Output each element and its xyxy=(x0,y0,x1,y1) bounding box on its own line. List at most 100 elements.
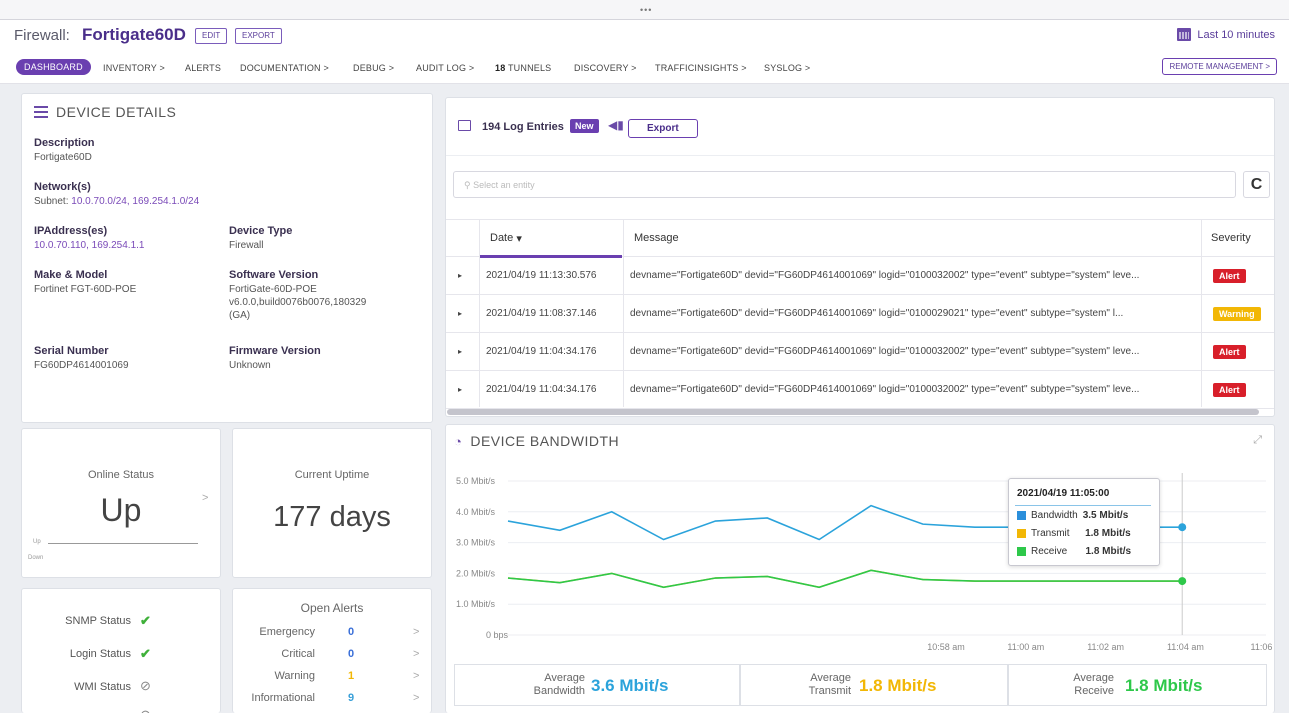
tab-dashboard[interactable]: DASHBOARD xyxy=(16,59,91,75)
megaphone-icon[interactable]: ◀▮ xyxy=(608,118,624,132)
date-column-header[interactable]: Date ▾ xyxy=(490,220,522,256)
device-type-label: Device Type xyxy=(229,225,293,237)
table-row[interactable]: ▸ 2021/04/19 11:04:34.176 devname="Forti… xyxy=(446,333,1274,371)
device-bandwidth-title: DEVICE BANDWIDTH xyxy=(470,433,620,449)
log-icon xyxy=(458,120,471,131)
sort-desc-icon: ▾ xyxy=(516,232,522,245)
x-tick-label: 11:02 am xyxy=(1087,642,1124,652)
tab-inventory[interactable]: INVENTORY > xyxy=(103,63,165,73)
stat-label-line: Average xyxy=(810,672,851,684)
refresh-button[interactable]: C xyxy=(1243,171,1270,198)
stat-label-line: Average xyxy=(544,672,585,684)
search-placeholder: Select an entity xyxy=(473,180,535,190)
tab-documentation[interactable]: DOCUMENTATION > xyxy=(240,63,329,73)
edit-button[interactable]: EDIT xyxy=(195,28,228,44)
new-badge: New xyxy=(570,119,599,133)
chevron-right-icon: > xyxy=(413,648,420,660)
alert-row-emergency[interactable]: Emergency 0 > xyxy=(233,626,433,646)
alert-name: Warning xyxy=(274,670,315,682)
subnet-links[interactable]: 10.0.70.0/24, 169.254.1.0/24 xyxy=(71,196,199,207)
row-date: 2021/04/19 11:13:30.576 xyxy=(486,270,597,281)
alert-row-critical[interactable]: Critical 0 > xyxy=(233,648,433,668)
log-count: 194 Log Entries xyxy=(482,121,564,133)
ip-field: IPAddress(es) 10.0.70.110, 169.254.1.1 xyxy=(34,225,144,252)
average-transmit-label: Average Transmit xyxy=(751,672,851,698)
table-row[interactable]: ▸ 2021/04/19 11:13:30.576 devname="Forti… xyxy=(446,257,1274,295)
chevron-right-icon: > xyxy=(413,692,420,704)
entity-search-input[interactable]: ⚲ Select an entity xyxy=(453,171,1236,198)
tab-syslog[interactable]: SYSLOG > xyxy=(764,63,810,73)
horizontal-scrollbar[interactable] xyxy=(447,409,1259,415)
firmware-version-field: Firmware Version Unknown xyxy=(229,345,321,372)
device-bandwidth-header: ◔ DEVICE BANDWIDTH xyxy=(454,433,619,449)
log-entries-panel: 194 Log Entries New ◀▮ Export ⚲ Select a… xyxy=(445,97,1275,417)
tunnels-label: TUNNELS xyxy=(507,63,552,73)
tab-alerts[interactable]: ALERTS xyxy=(185,63,221,73)
tab-audit-log[interactable]: AUDIT LOG > xyxy=(416,63,474,73)
device-type-value: Firewall xyxy=(229,240,264,251)
drag-grip-icon[interactable]: ••• xyxy=(640,5,652,15)
stat-label-line: Transmit xyxy=(808,685,851,697)
online-status-card[interactable]: Online Status Up > Up Down xyxy=(21,428,221,578)
export-button[interactable]: EXPORT xyxy=(235,28,282,44)
table-row[interactable]: ▸ 2021/04/19 11:04:34.176 devname="Forti… xyxy=(446,371,1274,409)
severity-badge: Alert xyxy=(1213,382,1246,397)
tab-discovery[interactable]: DISCOVERY > xyxy=(574,63,637,73)
y-tick-label: 5.0 Mbit/s xyxy=(456,476,496,486)
alert-row-warning[interactable]: Warning 1 > xyxy=(233,670,433,690)
expand-row-icon[interactable]: ▸ xyxy=(458,333,462,370)
device-details-panel: DEVICE DETAILS Description Fortigate60D … xyxy=(21,93,433,423)
chevron-right-icon: > xyxy=(413,626,420,638)
remote-management-button[interactable]: REMOTE MANAGEMENT > xyxy=(1162,58,1277,75)
hover-point-bandwidth xyxy=(1178,523,1187,532)
message-column-header[interactable]: Message xyxy=(634,220,679,256)
expand-row-icon[interactable]: ▸ xyxy=(458,371,462,408)
receive-swatch xyxy=(1017,547,1026,556)
row-message: devname="Fortigate60D" devid="FG60DP4614… xyxy=(630,270,1140,281)
stat-label-line: Receive xyxy=(1074,685,1114,697)
expand-row-icon[interactable]: ▸ xyxy=(458,257,462,294)
tooltip-series-name: Receive xyxy=(1031,546,1068,557)
ip-links[interactable]: 10.0.70.110, 169.254.1.1 xyxy=(34,239,144,252)
log-export-button[interactable]: Export xyxy=(628,119,698,138)
expand-row-icon[interactable]: ▸ xyxy=(458,295,462,332)
open-alerts-title: Open Alerts xyxy=(300,601,364,615)
alert-row-informational[interactable]: Informational 9 > xyxy=(233,692,433,712)
tunnel-count: 18 xyxy=(495,63,506,73)
table-row[interactable]: ▸ 2021/04/19 11:08:37.146 devname="Forti… xyxy=(446,295,1274,333)
tab-tunnels[interactable]: 18 TUNNELS xyxy=(495,63,551,73)
series-line-receive xyxy=(507,569,1183,589)
networks-field: Network(s) Subnet: 10.0.70.0/24, 169.254… xyxy=(34,181,199,208)
device-details-header: DEVICE DETAILS xyxy=(34,104,176,120)
search-icon: ⚲ xyxy=(464,180,471,190)
severity-badge: Alert xyxy=(1213,268,1246,283)
expand-icon[interactable]: ⤢ xyxy=(1253,434,1262,447)
alert-name: Informational xyxy=(251,692,315,704)
y-tick-label: 1.0 Mbit/s xyxy=(456,599,496,609)
x-tick-label: 11:06 a xyxy=(1251,642,1274,652)
tooltip-series-name: Transmit xyxy=(1031,528,1070,539)
alert-name: Critical xyxy=(281,648,315,660)
row-message: devname="Fortigate60D" devid="FG60DP4614… xyxy=(630,308,1124,319)
tab-debug[interactable]: DEBUG > xyxy=(353,63,394,73)
current-uptime-value: 177 days xyxy=(273,501,391,533)
alert-count: 0 xyxy=(348,648,355,660)
software-version-line-2: v6.0.0,build0076b0076,180329 xyxy=(229,297,367,308)
device-details-title: DEVICE DETAILS xyxy=(56,104,177,120)
bandwidth-swatch xyxy=(1017,511,1026,520)
tab-trafficinsights[interactable]: TRAFFICINSIGHTS > xyxy=(655,63,747,73)
time-range-label: Last 10 minutes xyxy=(1197,28,1275,41)
firmware-version-value: Unknown xyxy=(229,360,271,371)
online-status-label: Online Status xyxy=(87,469,155,481)
disabled-icon: ⊘ xyxy=(140,707,151,713)
up-axis-label: Up xyxy=(33,539,41,545)
tab-bar: DASHBOARD INVENTORY > ALERTS DOCUMENTATI… xyxy=(0,50,1289,84)
average-bandwidth-stat: Average Bandwidth 3.6 Mbit/s xyxy=(454,664,740,706)
severity-column-header[interactable]: Severity xyxy=(1211,220,1251,256)
page-title: Fortigate60D xyxy=(82,25,186,44)
chevron-right-icon[interactable]: > xyxy=(202,492,208,504)
device-kind-label: Firewall: xyxy=(14,27,70,44)
time-range-selector[interactable]: Last 10 minutes xyxy=(1177,28,1275,41)
date-header-label: Date xyxy=(490,232,514,244)
hover-point-receive xyxy=(1178,577,1187,586)
